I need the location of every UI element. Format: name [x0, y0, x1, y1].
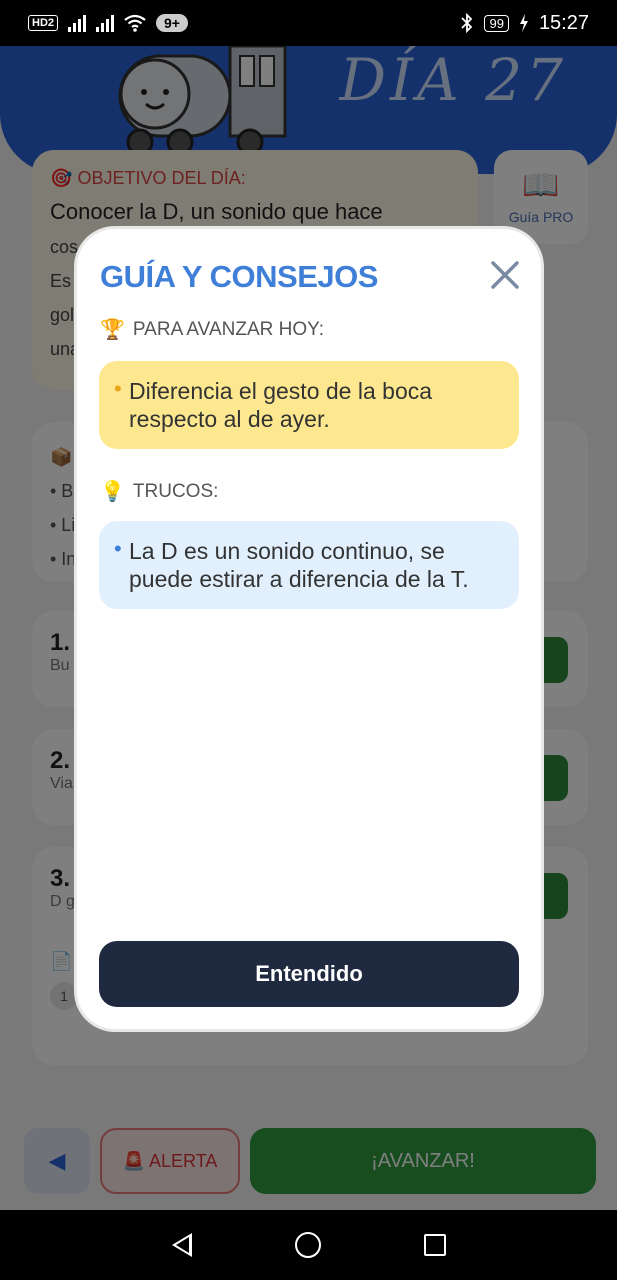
tip-box-tricks: La D es un sonido continuo, se puede est…	[99, 521, 519, 609]
signal-icon	[68, 14, 87, 32]
battery-icon: 99	[484, 14, 509, 32]
understood-button[interactable]: Entendido	[99, 941, 519, 1007]
notification-badge: 9+	[156, 14, 188, 32]
system-nav-bar	[0, 1210, 617, 1280]
bluetooth-icon	[461, 13, 473, 33]
wifi-icon	[124, 14, 146, 32]
nav-recents-icon[interactable]	[423, 1234, 446, 1256]
signal-icon-2	[96, 14, 115, 32]
section-header-today: 🏆 PARA AVANZAR HOY:	[100, 318, 325, 342]
trophy-icon: 🏆	[100, 319, 125, 341]
status-bar: HD2 9+ 99 15:27	[0, 0, 617, 46]
clock: 15:27	[538, 11, 589, 34]
guide-modal: GUÍA Y CONSEJOS 🏆 PARA AVANZAR HOY: Dife…	[77, 229, 541, 1029]
lightbulb-icon: 💡	[100, 481, 125, 503]
modal-title: GUÍA Y CONSEJOS	[100, 259, 378, 294]
section-header-tricks: 💡 TRUCOS:	[100, 480, 219, 504]
charging-icon	[519, 14, 528, 32]
tip-box-today: Diferencia el gesto de la boca respecto …	[99, 361, 519, 449]
nav-home-icon[interactable]	[294, 1232, 321, 1258]
hd-voice-icon: HD2	[28, 15, 59, 31]
close-icon[interactable]	[487, 257, 523, 293]
nav-back-icon[interactable]	[171, 1233, 192, 1257]
